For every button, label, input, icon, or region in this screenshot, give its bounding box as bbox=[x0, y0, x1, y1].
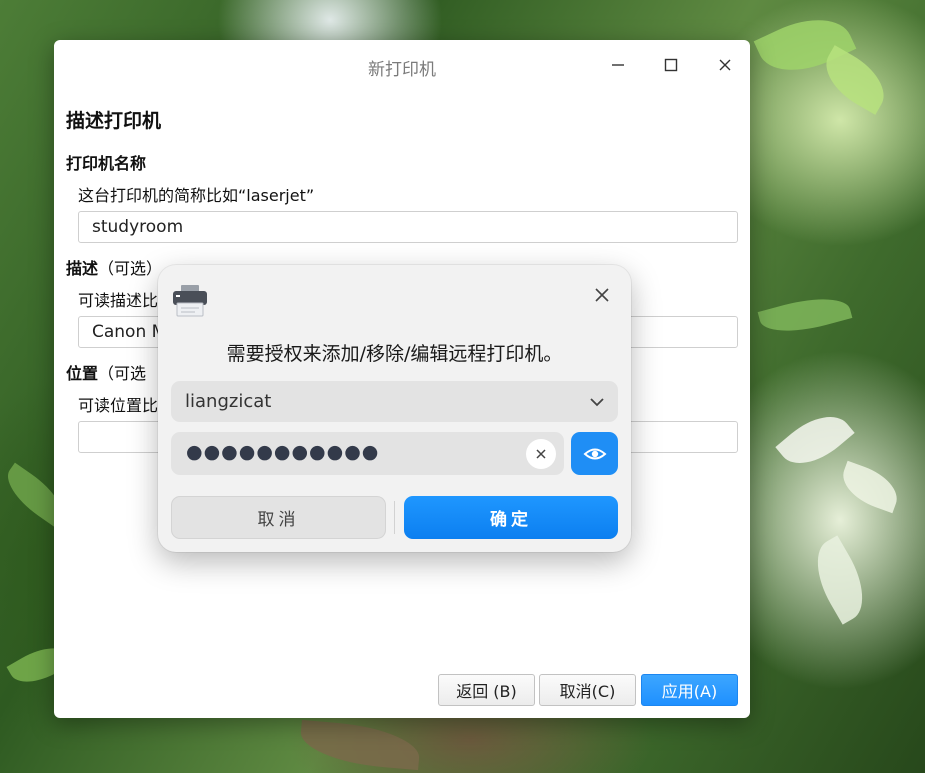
minimize-icon bbox=[612, 64, 624, 66]
printer-name-label: 打印机名称 bbox=[66, 154, 147, 173]
clear-icon bbox=[536, 449, 546, 459]
close-button[interactable] bbox=[712, 52, 738, 78]
printer-icon bbox=[170, 281, 210, 321]
description-optional: （可选） bbox=[98, 259, 163, 278]
eye-icon bbox=[583, 448, 606, 459]
description-hint: 可读描述比 bbox=[78, 291, 159, 310]
auth-dialog: 需要授权来添加/移除/编辑远程打印机。 liangzicat ●●●●●●●●●… bbox=[158, 265, 631, 552]
printer-name-input[interactable]: studyroom bbox=[78, 211, 738, 243]
location-label: 位置（可选 bbox=[66, 360, 146, 384]
window-title: 新打印机 bbox=[368, 60, 436, 80]
back-button[interactable]: 返回 (B) bbox=[438, 674, 535, 706]
dialog-cancel-button[interactable]: 取消 bbox=[171, 496, 386, 539]
password-input[interactable]: ●●●●●●●●●●● bbox=[171, 432, 564, 475]
username-select[interactable]: liangzicat bbox=[171, 381, 618, 422]
titlebar: 新打印机 bbox=[54, 40, 750, 90]
section-title: 描述打印机 bbox=[66, 110, 162, 132]
description-label-text: 描述 bbox=[66, 259, 99, 278]
clear-password-button[interactable] bbox=[526, 439, 556, 469]
location-hint: 可读位置比 bbox=[78, 396, 159, 415]
cancel-button[interactable]: 取消(C) bbox=[539, 674, 636, 706]
location-label-text: 位置 bbox=[66, 364, 99, 383]
dialog-confirm-button[interactable]: 确定 bbox=[404, 496, 618, 539]
chevron-down-icon bbox=[590, 398, 604, 407]
maximize-icon bbox=[664, 58, 678, 72]
close-icon bbox=[719, 59, 731, 71]
toggle-password-visibility-button[interactable] bbox=[571, 432, 618, 475]
auth-message: 需要授权来添加/移除/编辑远程打印机。 bbox=[226, 343, 563, 365]
location-optional: （可选 bbox=[98, 364, 147, 383]
dialog-close-button[interactable] bbox=[591, 284, 613, 306]
maximize-button[interactable] bbox=[658, 52, 684, 78]
apply-button[interactable]: 应用(A) bbox=[641, 674, 738, 706]
description-label: 描述（可选） bbox=[66, 255, 162, 279]
minimize-button[interactable] bbox=[605, 52, 631, 78]
password-mask: ●●●●●●●●●●● bbox=[186, 441, 380, 463]
button-divider bbox=[394, 501, 395, 534]
username-value: liangzicat bbox=[185, 391, 272, 412]
close-icon bbox=[595, 288, 609, 302]
printer-name-hint: 这台打印机的简称比如“laserjet” bbox=[78, 186, 315, 205]
